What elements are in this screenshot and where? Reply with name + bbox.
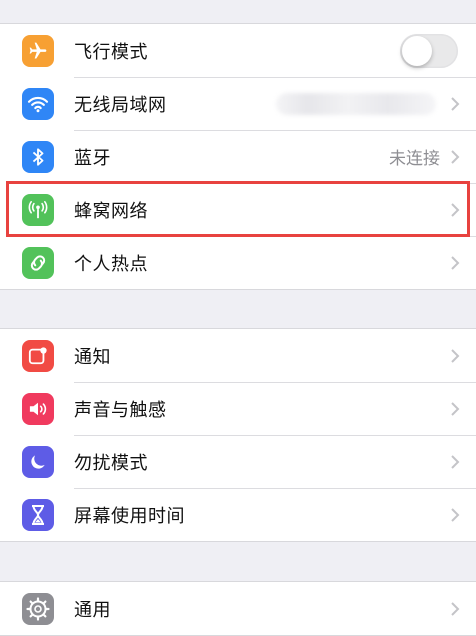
bluetooth-status: 未连接 (389, 149, 440, 169)
wifi-row[interactable]: 无线局域网 (0, 77, 476, 130)
bluetooth-row[interactable]: 蓝牙 未连接 (0, 130, 476, 183)
notifications-row[interactable]: 通知 (0, 329, 476, 382)
chevron-right-icon (451, 454, 460, 469)
hotspot-icon (22, 246, 54, 279)
chevron-right-icon (451, 601, 460, 616)
airplane-mode-row[interactable]: 飞行模式 (0, 24, 476, 77)
settings-group-connectivity: 飞行模式 无线局域网 蓝牙 未连接 蜂窝网络 个人热点 (0, 23, 476, 290)
bluetooth-label: 蓝牙 (74, 147, 111, 169)
chevron-right-icon (451, 401, 460, 416)
chevron-right-icon (451, 507, 460, 522)
settings-group-notifications: 通知 声音与触感 勿扰模式 屏幕使用时间 (0, 328, 476, 542)
personal-hotspot-row[interactable]: 个人热点 (0, 236, 476, 289)
airplane-mode-label: 飞行模式 (74, 41, 148, 63)
cellular-label: 蜂窝网络 (74, 200, 148, 222)
screen-time-label: 屏幕使用时间 (74, 505, 185, 527)
bluetooth-icon (22, 140, 54, 173)
general-row[interactable]: 通用 (0, 582, 476, 635)
speaker-icon (22, 392, 54, 425)
notifications-icon (22, 339, 54, 372)
notifications-label: 通知 (74, 346, 111, 368)
sounds-haptics-label: 声音与触感 (74, 399, 167, 421)
sounds-haptics-row[interactable]: 声音与触感 (0, 382, 476, 435)
toggle-knob (402, 35, 432, 66)
do-not-disturb-row[interactable]: 勿扰模式 (0, 435, 476, 488)
wifi-label: 无线局域网 (74, 94, 167, 116)
chevron-right-icon (451, 348, 460, 363)
do-not-disturb-label: 勿扰模式 (74, 452, 148, 474)
chevron-right-icon (451, 255, 460, 270)
settings-group-general: 通用 (0, 581, 476, 636)
wifi-icon (22, 87, 54, 120)
gear-icon (22, 592, 54, 625)
hourglass-icon (22, 498, 54, 531)
chevron-right-icon (451, 96, 460, 111)
wifi-network-name-blurred (276, 92, 436, 115)
cellular-antenna-icon (22, 193, 54, 226)
moon-icon (22, 445, 54, 478)
airplane-mode-toggle[interactable] (400, 33, 458, 68)
cellular-row[interactable]: 蜂窝网络 (0, 183, 476, 236)
airplane-icon (22, 34, 54, 67)
general-label: 通用 (74, 599, 111, 621)
chevron-right-icon (451, 202, 460, 217)
screen-time-row[interactable]: 屏幕使用时间 (0, 488, 476, 541)
personal-hotspot-label: 个人热点 (74, 253, 148, 275)
chevron-right-icon (451, 149, 460, 164)
